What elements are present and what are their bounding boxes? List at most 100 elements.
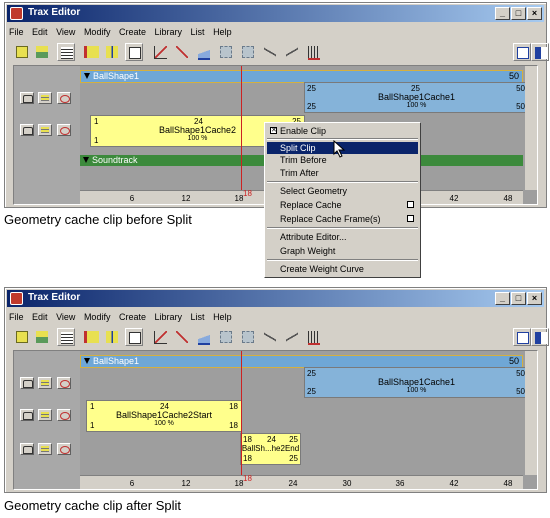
menu-create-weight-curve-label: Create Weight Curve: [280, 264, 364, 274]
solo-track-button-2[interactable]: [38, 409, 52, 421]
create-pose-button[interactable]: [125, 43, 143, 61]
menu-help[interactable]: Help: [213, 24, 232, 40]
maximize-button[interactable]: □: [511, 292, 526, 305]
menu-attribute-editor[interactable]: Attribute Editor...: [267, 231, 418, 243]
menu-view[interactable]: View: [56, 24, 75, 40]
solo-track-button-3[interactable]: [38, 443, 52, 455]
graph-editor-button[interactable]: [151, 328, 169, 346]
frame-all-button[interactable]: [173, 328, 191, 346]
blend-button[interactable]: [261, 43, 279, 61]
expand-triangle-icon[interactable]: [84, 358, 90, 364]
lock-track-button-2[interactable]: [20, 124, 34, 136]
menu-replace-cache-frames[interactable]: Replace Cache Frame(s): [267, 213, 418, 225]
menu-library[interactable]: Library: [155, 309, 183, 325]
close-button[interactable]: ×: [527, 292, 542, 305]
mute-track-button-2[interactable]: [57, 409, 71, 421]
insert-clip-button[interactable]: [81, 43, 99, 61]
menu-create[interactable]: Create: [119, 309, 146, 325]
menu-create[interactable]: Create: [119, 24, 146, 40]
menu-enable-clip[interactable]: ✕ Enable Clip: [267, 125, 418, 137]
outliner-button[interactable]: [57, 328, 75, 346]
scale-clip-button[interactable]: [33, 328, 51, 346]
layout-toggle-b-button[interactable]: [531, 43, 549, 61]
current-time-marker[interactable]: [241, 351, 242, 475]
mute-track-button-2[interactable]: [57, 124, 71, 136]
menu-library[interactable]: Library: [155, 24, 183, 40]
insert-clip-button[interactable]: [81, 328, 99, 346]
mute-icon: [60, 446, 70, 454]
option-box-icon[interactable]: [407, 201, 414, 208]
outliner-icon: [61, 47, 73, 59]
menu-modify[interactable]: Modify: [84, 24, 111, 40]
menu-list[interactable]: List: [191, 309, 205, 325]
time-ruler[interactable]: 6 12 18 24 30 36 42 48 18: [80, 474, 523, 489]
mute-track-button-3[interactable]: [57, 443, 71, 455]
cache1-clip[interactable]: 25 25 50 BallShape1Cache1 100 % 25 50: [304, 82, 529, 113]
create-pose-button[interactable]: [125, 328, 143, 346]
mute-track-button-1[interactable]: [57, 377, 71, 389]
menu-trim-after[interactable]: Trim After: [267, 167, 418, 179]
frame-playback-button[interactable]: [195, 43, 213, 61]
title-bar[interactable]: Trax Editor _ □ ×: [7, 5, 544, 22]
menu-file[interactable]: File: [9, 309, 24, 325]
menu-replace-cache[interactable]: Replace Cache: [267, 199, 418, 211]
ballshape-label: BallShape1: [93, 71, 140, 81]
audio-button[interactable]: [305, 328, 323, 346]
frame-all-button[interactable]: [173, 43, 191, 61]
maximize-button[interactable]: □: [511, 7, 526, 20]
lock-track-button-1[interactable]: [20, 92, 34, 104]
layout-toggle-a-button[interactable]: [513, 43, 531, 61]
toolbar: [9, 326, 549, 348]
current-time-marker[interactable]: [241, 66, 242, 190]
menu-create-weight-curve[interactable]: Create Weight Curve: [267, 263, 418, 275]
menu-select-geometry[interactable]: Select Geometry: [267, 185, 418, 197]
time-warp-button[interactable]: [283, 43, 301, 61]
lock-track-button-1[interactable]: [20, 377, 34, 389]
mute-track-button-1[interactable]: [57, 92, 71, 104]
ruler-tick: 6: [129, 194, 135, 203]
expand-triangle-icon[interactable]: [84, 73, 90, 79]
solo-track-button-1[interactable]: [38, 377, 52, 389]
menu-graph-weight[interactable]: Graph Weight: [267, 245, 418, 257]
cache1-clip[interactable]: 25 50 BallShape1Cache1 100 % 25 50: [304, 367, 529, 398]
lock-track-button-3[interactable]: [20, 443, 34, 455]
time-warp-button[interactable]: [283, 328, 301, 346]
lock-track-button-2[interactable]: [20, 409, 34, 421]
menu-help[interactable]: Help: [213, 309, 232, 325]
cache2-end-clip[interactable]: 18 24 25 BallSh...he2End 18 25: [240, 433, 301, 465]
title-bar[interactable]: Trax Editor _ □ ×: [7, 290, 544, 307]
close-button[interactable]: ×: [527, 7, 542, 20]
scale-clip-button[interactable]: [33, 43, 51, 61]
minimize-button[interactable]: _: [495, 7, 510, 20]
graph-editor-button[interactable]: [151, 43, 169, 61]
audio-button[interactable]: [305, 43, 323, 61]
menu-edit[interactable]: Edit: [32, 309, 48, 325]
outliner-button[interactable]: [57, 43, 75, 61]
menu-modify[interactable]: Modify: [84, 309, 111, 325]
layout-toggle-b-button[interactable]: [531, 328, 549, 346]
cache2-start-clip[interactable]: 1 24 18 BallShape1Cache2Start 100 % 1 18: [86, 400, 242, 432]
vertical-scrollbar[interactable]: [525, 351, 537, 475]
trim-button[interactable]: [217, 328, 235, 346]
vertical-scrollbar[interactable]: [525, 66, 537, 190]
move-clip-button[interactable]: [13, 328, 31, 346]
solo-track-button-2[interactable]: [38, 124, 52, 136]
menu-view[interactable]: View: [56, 309, 75, 325]
split-button[interactable]: [239, 328, 257, 346]
expand-triangle-icon[interactable]: [83, 157, 89, 163]
split-button[interactable]: [239, 43, 257, 61]
menu-edit[interactable]: Edit: [32, 24, 48, 40]
move-clip-button[interactable]: [13, 43, 31, 61]
layout-toggle-a-button[interactable]: [513, 328, 531, 346]
menu-file[interactable]: File: [9, 24, 24, 40]
trim-button[interactable]: [217, 43, 235, 61]
solo-track-button-1[interactable]: [38, 92, 52, 104]
merge-clip-button[interactable]: [103, 328, 121, 346]
minimize-button[interactable]: _: [495, 292, 510, 305]
merge-clip-button[interactable]: [103, 43, 121, 61]
option-box-icon[interactable]: [407, 215, 414, 222]
frame-playback-button[interactable]: [195, 328, 213, 346]
graph-editor-icon: [154, 46, 167, 59]
menu-list[interactable]: List: [191, 24, 205, 40]
blend-button[interactable]: [261, 328, 279, 346]
